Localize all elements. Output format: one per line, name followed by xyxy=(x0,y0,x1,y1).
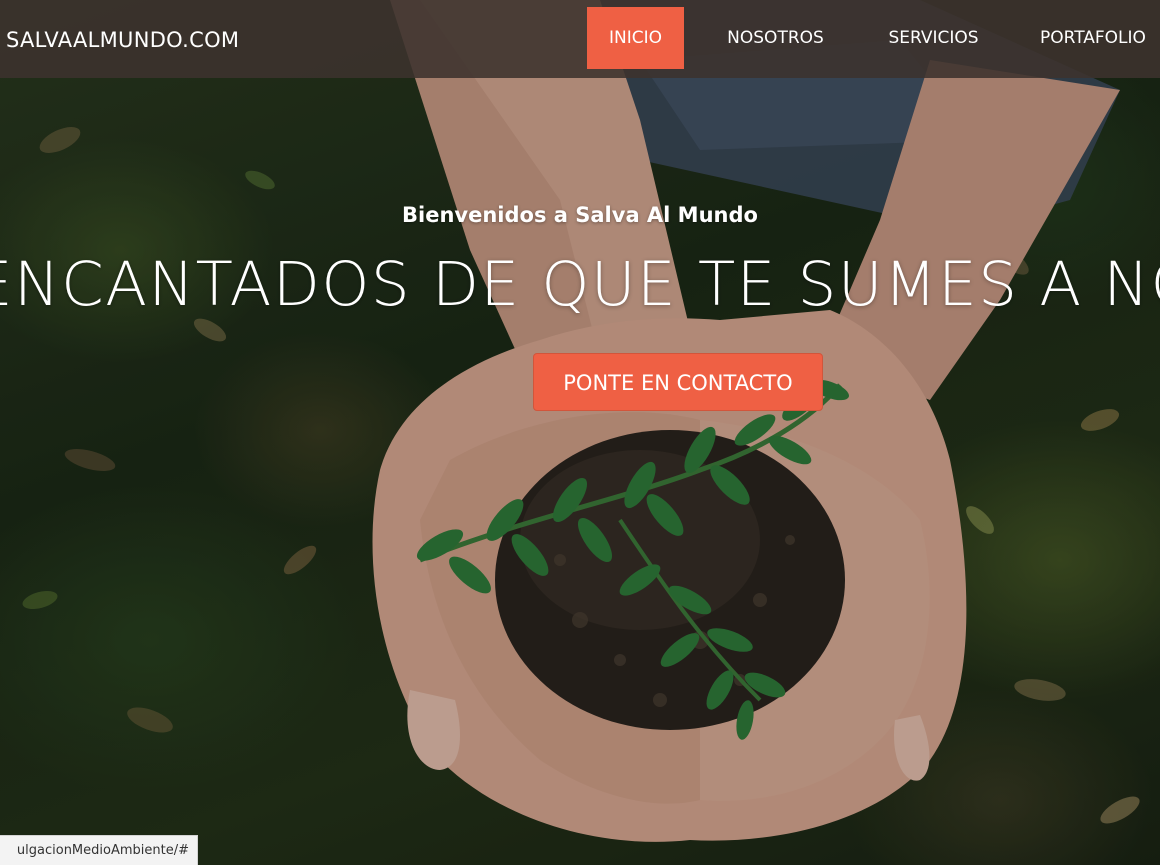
nav-item-nosotros[interactable]: NOSOTROS xyxy=(708,7,843,69)
hero-welcome-subtitle: Bienvenidos a Salva Al Mundo xyxy=(402,203,758,227)
nav-item-label: NOSOTROS xyxy=(727,28,824,48)
status-bar-link-preview: ulgacionMedioAmbiente/# xyxy=(0,835,198,865)
nav-item-label: INICIO xyxy=(608,28,662,48)
hero-headline: ENCANTADOS DE QUE TE SUMES A NOSOTROS xyxy=(0,249,1160,320)
nav-item-label: SERVICIOS xyxy=(888,28,979,48)
hero-headline-container: ENCANTADOS DE QUE TE SUMES A NOSOTROS xyxy=(0,243,1160,327)
nav-item-portafolio[interactable]: PORTAFOLIO xyxy=(1030,7,1160,69)
status-bar-url: ulgacionMedioAmbiente/# xyxy=(16,843,189,858)
brand-logo-link[interactable]: SALVAALMUNDO.COM xyxy=(6,26,239,54)
nav-item-inicio[interactable]: INICIO xyxy=(587,7,684,69)
nav-item-servicios[interactable]: SERVICIOS xyxy=(870,7,997,69)
nav-item-label: PORTAFOLIO xyxy=(1040,28,1146,48)
hero-overlay xyxy=(0,0,1160,865)
contact-cta-button[interactable]: PONTE EN CONTACTO xyxy=(533,353,823,411)
page: SALVAALMUNDO.COM INICIO NOSOTROS SERVICI… xyxy=(0,0,1160,865)
navbar: SALVAALMUNDO.COM INICIO NOSOTROS SERVICI… xyxy=(0,0,1160,78)
